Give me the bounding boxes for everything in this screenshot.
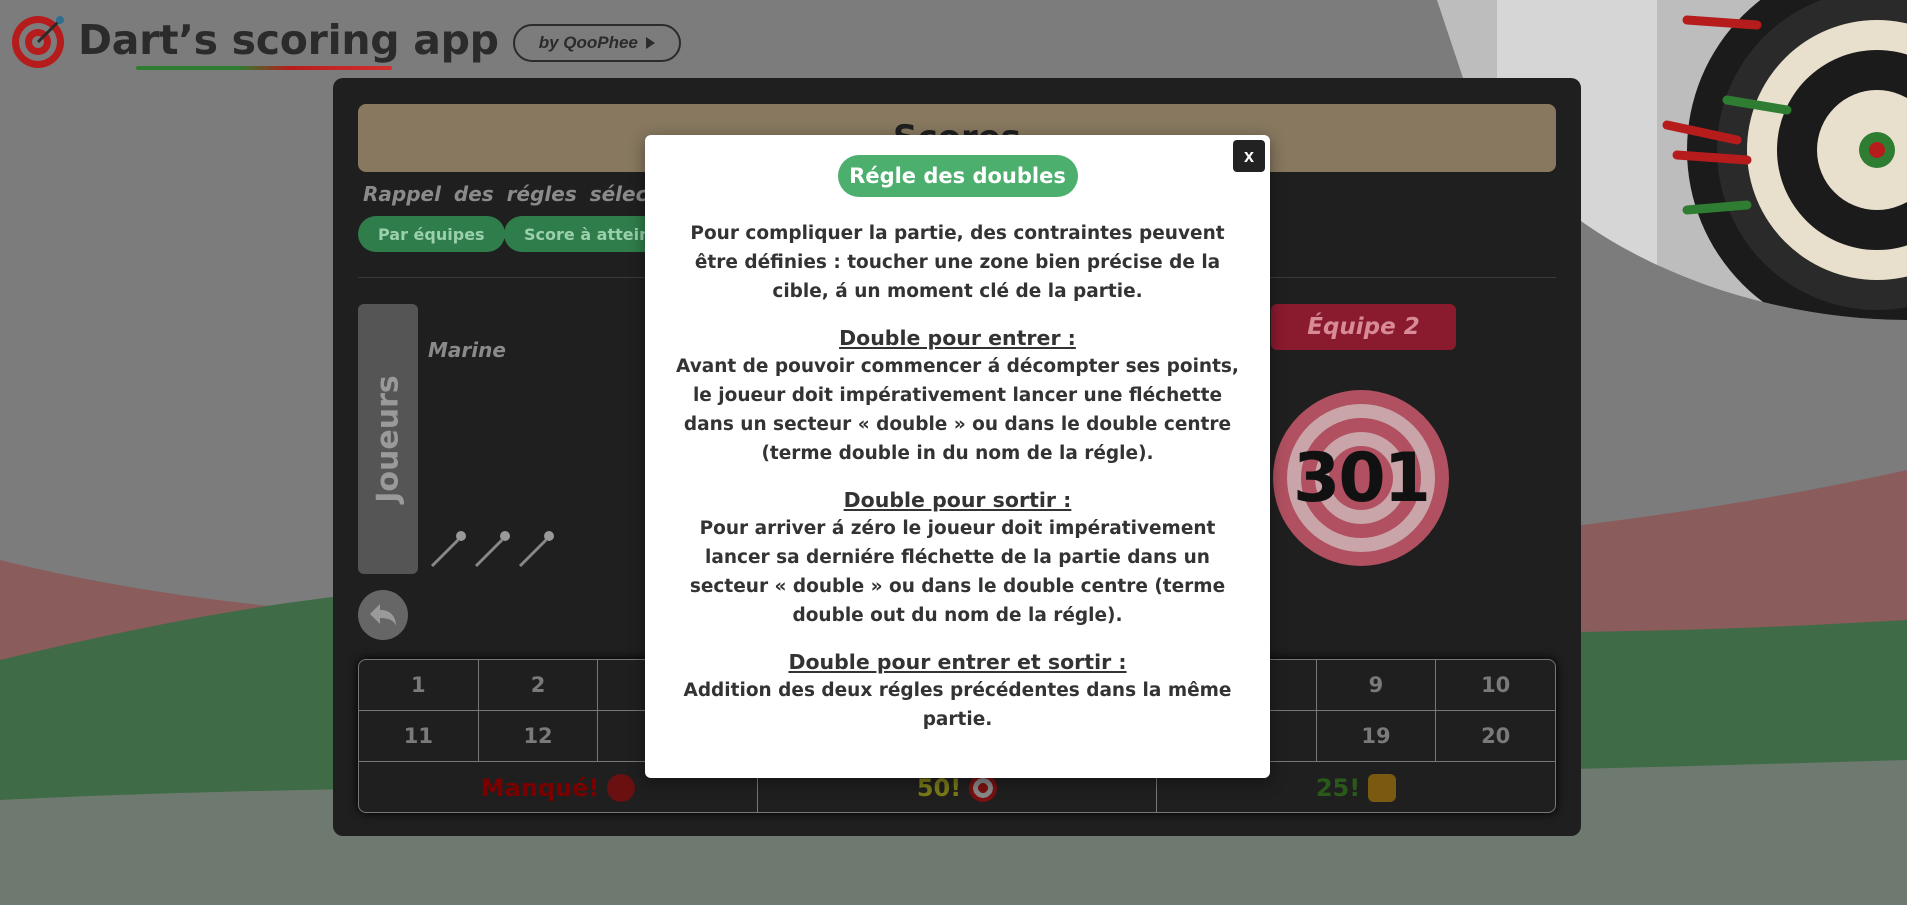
section-title-double-in-out: Double pour entrer et sortir :	[788, 650, 1127, 674]
modal-intro: Pour compliquer la partie, des contraint…	[690, 223, 1225, 302]
undo-arrow-icon	[370, 604, 396, 626]
undo-button[interactable]	[358, 590, 408, 640]
remaining-darts	[428, 528, 556, 568]
section-title-double-in: Double pour entrer :	[839, 326, 1076, 350]
dart-icon	[430, 531, 466, 568]
angry-face-icon	[607, 773, 636, 802]
score-cell-2[interactable]: 2	[479, 660, 599, 710]
by-label: by QooPhee	[538, 33, 638, 52]
score-cell-12[interactable]: 12	[479, 711, 599, 761]
close-button[interactable]: x	[1233, 140, 1265, 172]
score-cell-19[interactable]: 19	[1317, 711, 1437, 761]
modal-title: Régle des doubles	[837, 155, 1078, 197]
score-cell-1[interactable]: 1	[359, 660, 479, 710]
score-cell-20[interactable]: 20	[1436, 711, 1555, 761]
rule-pill-teams[interactable]: Par équipes	[358, 216, 505, 252]
flexed-biceps-icon	[1368, 773, 1397, 802]
app-title: Dart’s scoring app	[78, 16, 499, 64]
rules-modal: x Régle des doubles Pour compliquer la p…	[645, 135, 1270, 778]
rules-reminder-label: Rappel des régles sélection	[363, 182, 692, 206]
bull25-label: 25!	[1315, 773, 1361, 802]
player-name: Marine	[428, 338, 506, 362]
section-text-double-out: Pour arriver á zéro le joueur doit impér…	[689, 518, 1226, 626]
team-2-score: 301	[1293, 438, 1431, 518]
players-tab-label: Joueurs	[370, 375, 406, 503]
dart-icon	[518, 531, 554, 568]
missed-label: Manqué!	[480, 773, 600, 802]
players-tab[interactable]: Joueurs	[358, 304, 418, 574]
section-text-double-in: Avant de pouvoir commencer á décompter s…	[676, 356, 1239, 464]
dart-target-logo-icon	[12, 16, 64, 68]
play-arrow-icon	[645, 37, 655, 49]
title-underline	[136, 66, 392, 70]
section-text-double-in-out: Addition des deux régles précédentes dan…	[683, 680, 1232, 730]
score-cell-10[interactable]: 10	[1436, 660, 1555, 710]
by-qoophee-button[interactable]: by QooPhee	[512, 24, 681, 62]
team-2-label[interactable]: Équipe 2	[1271, 304, 1456, 350]
app-header: Dart’s scoring app by QooPhee	[10, 8, 681, 72]
score-cell-11[interactable]: 11	[359, 711, 479, 761]
dart-icon	[474, 531, 510, 568]
score-cell-9[interactable]: 9	[1317, 660, 1437, 710]
section-title-double-out: Double pour sortir :	[843, 488, 1072, 512]
